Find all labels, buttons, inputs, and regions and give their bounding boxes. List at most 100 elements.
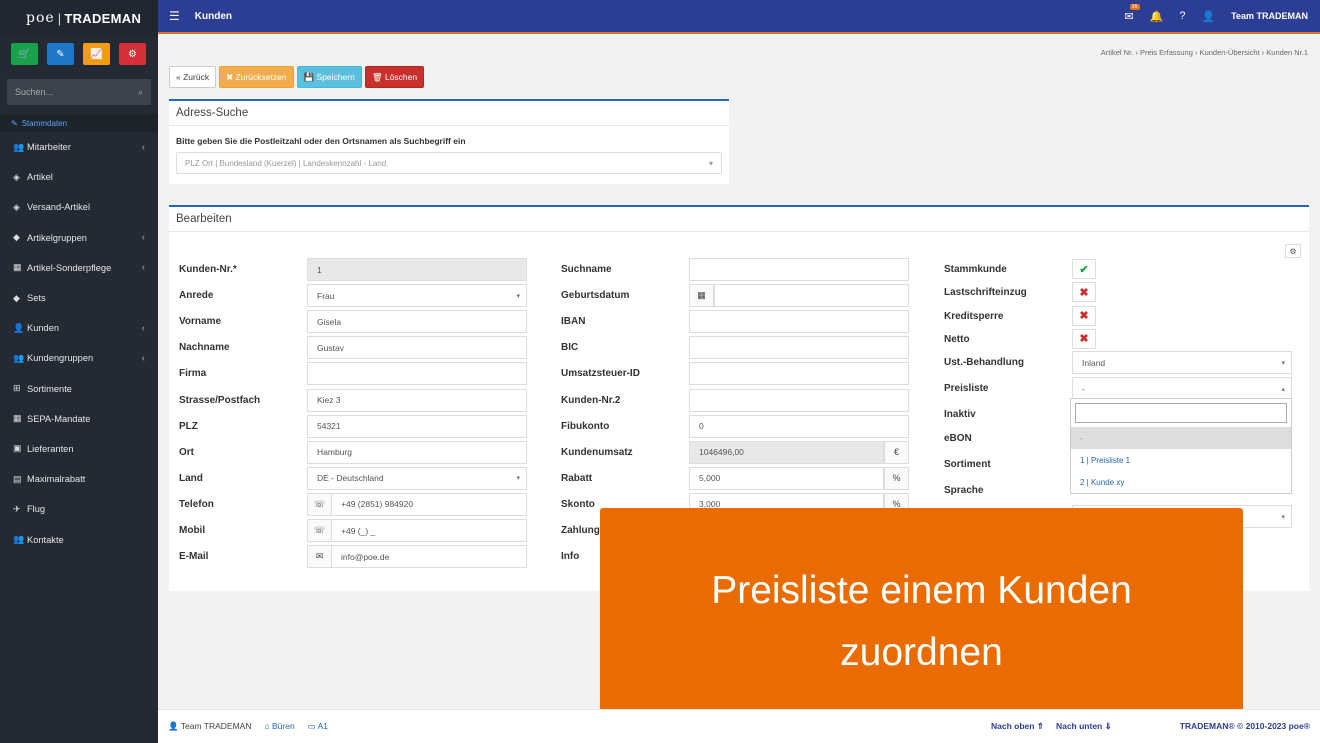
footer-desk[interactable]: ▭ A1 bbox=[308, 721, 328, 732]
check-icon[interactable]: ✔ bbox=[1072, 259, 1096, 279]
calendar-icon[interactable]: ▦ bbox=[689, 284, 714, 308]
field-label: BIC bbox=[561, 336, 578, 359]
sidebar-item-5[interactable]: ◆ Sets bbox=[0, 283, 158, 313]
field-input[interactable]: Gustav bbox=[307, 336, 527, 360]
breadcrumb-item[interactable]: Preis Erfassung bbox=[1140, 48, 1193, 57]
sidebar-item-11[interactable]: ▤ Maximalrabatt bbox=[0, 464, 158, 494]
edit-button[interactable]: ✎ bbox=[47, 43, 74, 65]
field-label-text: Firma bbox=[179, 368, 207, 380]
field-input[interactable]: DE - Deutschland ▾ bbox=[307, 466, 527, 490]
dropdown-option[interactable]: 2 | Kunde xy bbox=[1071, 471, 1291, 493]
gears-icon[interactable]: ⚙ bbox=[1285, 244, 1301, 258]
settings-button[interactable]: ⚙ bbox=[119, 43, 146, 65]
chart-button[interactable]: 📈 bbox=[83, 43, 110, 65]
dropdown-option[interactable]: - bbox=[1071, 427, 1291, 449]
field-value: 0 bbox=[699, 421, 704, 432]
field-input[interactable] bbox=[689, 336, 909, 360]
address-search-select[interactable]: PLZ Ort | Bundesland (Kuerzel) | Landesk… bbox=[176, 152, 722, 174]
breadcrumb-item[interactable]: Artikel Nr. bbox=[1101, 48, 1134, 57]
field-label-text: Kunden-Nr.* bbox=[179, 264, 237, 275]
footer-desk-label: A1 bbox=[317, 721, 329, 731]
sidebar-item-label: Mitarbeiter bbox=[27, 142, 71, 153]
field-label: Kunden-Nr.* bbox=[179, 258, 237, 281]
cubes-icon: ◆ bbox=[13, 292, 20, 303]
unit-label: % bbox=[892, 473, 901, 484]
bell-icon[interactable]: 🔔 bbox=[1150, 10, 1164, 23]
sidebar-item-9[interactable]: ▦ SEPA-Mandate bbox=[0, 404, 158, 434]
sidebar-item-1[interactable]: ◈ Artikel bbox=[0, 162, 158, 192]
truck-icon: ▣ bbox=[13, 443, 22, 454]
field-label: Inaktiv bbox=[944, 403, 976, 426]
sidebar-item-7[interactable]: 👥 Kundengruppen ‹ bbox=[0, 343, 158, 373]
field-value: - bbox=[1082, 383, 1085, 394]
field-label-text: Skonto bbox=[561, 498, 595, 510]
sidebar-item-12[interactable]: ✈ Flug bbox=[0, 494, 158, 524]
sidebar-item-13[interactable]: 👥 Kontakte bbox=[0, 524, 158, 554]
breadcrumb-item[interactable]: Kunden-Übersicht bbox=[1200, 48, 1260, 57]
search-icon: ⌕ bbox=[137, 86, 143, 97]
field-input[interactable] bbox=[689, 258, 909, 281]
field-input[interactable] bbox=[307, 362, 527, 386]
cart-button[interactable]: 🛒 bbox=[11, 43, 38, 65]
field-input[interactable] bbox=[689, 362, 909, 386]
sidebar-item-stammdaten[interactable]: ✎ Stammdaten bbox=[0, 114, 158, 132]
field-value: 1046496,00 bbox=[699, 447, 744, 458]
scroll-bottom-link[interactable]: Nach unten ⇓ bbox=[1056, 721, 1112, 732]
field-input[interactable] bbox=[689, 388, 909, 412]
field-input[interactable]: Kiez 3 bbox=[307, 388, 527, 412]
cubes-icon: ◆ bbox=[13, 232, 20, 243]
field-label: Sortiment bbox=[944, 453, 991, 476]
footer-office[interactable]: ⌂ Büren bbox=[265, 721, 295, 732]
hamburger-icon[interactable]: ☰ bbox=[169, 9, 180, 23]
field-label: Fibukonto bbox=[561, 415, 609, 438]
sidebar-item-10[interactable]: ▣ Lieferanten bbox=[0, 434, 158, 464]
preisliste-search-input[interactable] bbox=[1075, 403, 1287, 423]
back-button[interactable]: « Zurück bbox=[169, 66, 217, 88]
field-input[interactable]: Frau ▾ bbox=[307, 284, 527, 308]
field-label: Kunden-Nr.2 bbox=[561, 389, 620, 412]
cross-icon[interactable]: ✖ bbox=[1072, 328, 1096, 349]
reset-button[interactable]: ✖ Zurücksetzen bbox=[219, 66, 294, 88]
field-label: Vorname bbox=[179, 310, 221, 333]
sidebar-item-8[interactable]: ⊞ Sortimente bbox=[0, 374, 158, 404]
breadcrumb: Artikel Nr. › Preis Erfassung › Kunden-Ü… bbox=[1100, 48, 1308, 57]
delete-button[interactable]: 🗑 Löschen bbox=[364, 66, 425, 88]
sitemap-icon: ⊞ bbox=[13, 383, 21, 394]
sidebar-item-6[interactable]: 👤 Kunden ‹ bbox=[0, 313, 158, 343]
ust-select[interactable]: Inland ▾ bbox=[1072, 351, 1292, 374]
sidebar-search-input[interactable]: Suchen... ⌕ bbox=[7, 79, 151, 105]
plane-icon: ✈ bbox=[13, 503, 21, 514]
user-icon[interactable]: 👤 bbox=[1201, 10, 1215, 23]
cross-icon[interactable]: ✖ bbox=[1072, 282, 1096, 303]
sidebar-item-2[interactable]: ◈ Versand-Artikel bbox=[0, 192, 158, 222]
field-input[interactable]: 5,000 bbox=[689, 466, 884, 490]
field-input[interactable]: 0 bbox=[689, 414, 909, 438]
dropdown-option[interactable]: 1 | Preisliste 1 bbox=[1071, 449, 1291, 471]
save-button[interactable]: 💾 Speichern bbox=[296, 66, 362, 88]
caret-up-icon: ▴ bbox=[1281, 385, 1285, 393]
sidebar-item-label: Artikelgruppen bbox=[27, 232, 87, 243]
field-input[interactable]: 54321 bbox=[307, 414, 527, 438]
address-search-label: Bitte geben Sie die Postleitzahl oder de… bbox=[176, 136, 466, 146]
sidebar-item-0[interactable]: 👥 Mitarbeiter ‹ bbox=[0, 132, 158, 162]
field-input[interactable]: +49 (2851) 984920 bbox=[331, 492, 527, 516]
preisliste-select[interactable]: - ▴ bbox=[1072, 377, 1292, 400]
sidebar-item-3[interactable]: ◆ Artikelgruppen ‹ bbox=[0, 223, 158, 253]
help-icon[interactable]: ? bbox=[1179, 10, 1185, 22]
field-input[interactable]: +49 (_) _ bbox=[331, 519, 527, 542]
field-input[interactable]: Hamburg bbox=[307, 440, 527, 464]
mail-icon[interactable]: ✉ 16 bbox=[1124, 3, 1140, 23]
field-input[interactable]: info@poe.de bbox=[331, 545, 527, 569]
user-name[interactable]: Team TRADEMAN bbox=[1231, 11, 1308, 21]
sidebar-item-4[interactable]: ▦ Artikel-Sonderpflege ‹ bbox=[0, 253, 158, 283]
field-label: Telefon bbox=[179, 493, 214, 516]
field-input[interactable] bbox=[714, 284, 909, 308]
field-input[interactable]: Gisela bbox=[307, 310, 527, 334]
caret-down-icon: ▾ bbox=[516, 475, 520, 483]
scroll-top-link[interactable]: Nach oben ⇑ bbox=[991, 721, 1044, 732]
cross-icon[interactable]: ✖ bbox=[1072, 305, 1096, 326]
sidebar: poe | TRADEMAN 🛒 ✎ 📈 ⚙ Suchen... ⌕ ✎ Stammd… bbox=[0, 0, 158, 743]
field-label-text: Kunden-Nr.2 bbox=[561, 394, 621, 406]
field-input[interactable] bbox=[689, 310, 909, 334]
field-label-text: Fibukonto bbox=[561, 420, 610, 432]
